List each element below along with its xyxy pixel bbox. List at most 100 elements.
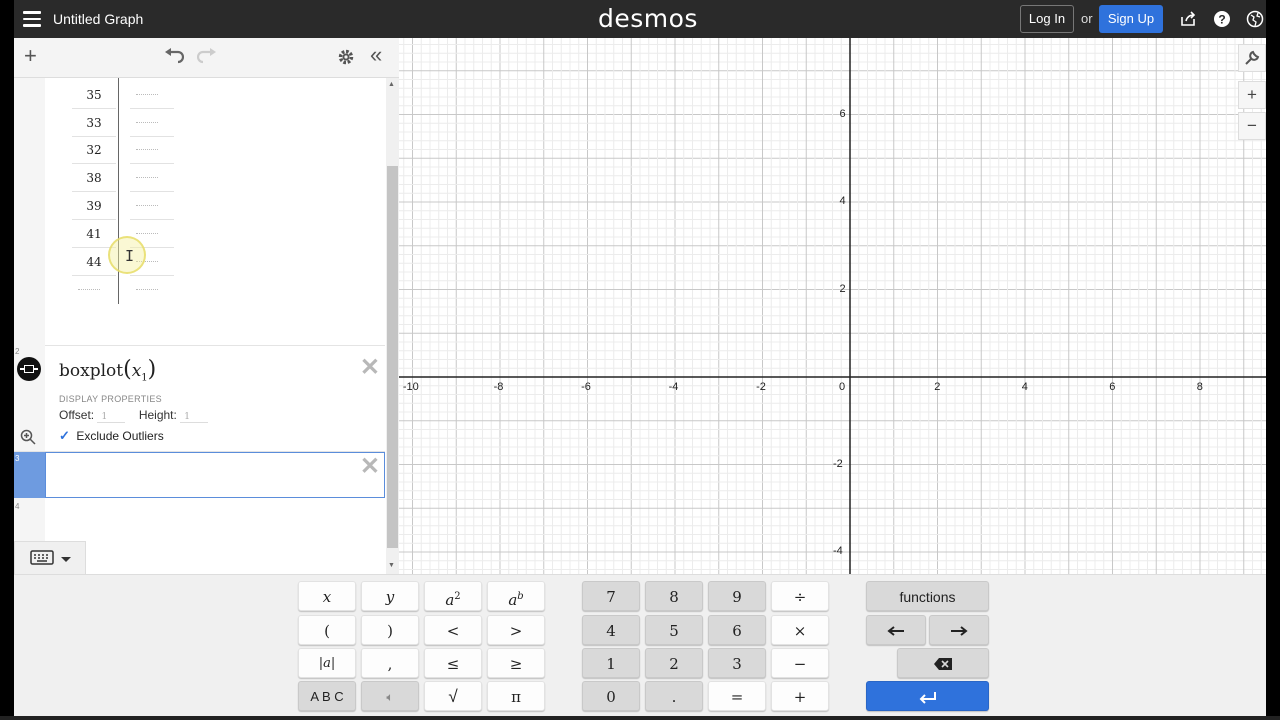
offset-input[interactable]: 1 (97, 412, 126, 423)
formula-variable: x (131, 361, 142, 381)
table-cell-x1[interactable]: 39 (70, 199, 118, 213)
scroll-up-icon[interactable]: ▲ (388, 81, 395, 88)
key-greater-equal[interactable]: ≥ (487, 648, 545, 678)
key-4[interactable]: 4 (582, 615, 640, 645)
expression-gutter (14, 78, 45, 574)
wrench-icon[interactable] (1238, 44, 1266, 72)
desmos-app: Untitled Graph desmos Log In or Sign Up … (14, 0, 1266, 716)
key-1[interactable]: 1 (582, 648, 640, 678)
collapse-icon[interactable]: « (370, 44, 382, 66)
key-0[interactable]: 0 (582, 681, 640, 711)
redo-icon[interactable] (196, 48, 217, 68)
x-axis-tick-label: -10 (402, 381, 419, 393)
table-cell-x1[interactable]: 33 (70, 116, 118, 130)
zoom-fit-icon[interactable] (20, 429, 36, 449)
login-button[interactable]: Log In (1020, 5, 1074, 33)
y-axis-tick-label: -4 (833, 545, 843, 557)
svg-text:?: ? (1218, 13, 1225, 27)
table-cell-x1[interactable]: 38 (70, 171, 118, 185)
expression-input[interactable] (45, 452, 385, 498)
offset-height-row: Offset: 1 Height: 1 (59, 408, 218, 423)
table-expression[interactable]: 35 33 32 38 39 41 44 I (45, 78, 385, 346)
graph-grid (399, 38, 1266, 574)
key-less-equal[interactable]: ≤ (424, 648, 482, 678)
table-cell-x1[interactable]: 32 (70, 143, 118, 157)
key-comma[interactable]: , (361, 648, 419, 678)
key-abc[interactable]: A B C (298, 681, 356, 711)
key-9[interactable]: 9 (708, 581, 766, 611)
share-icon[interactable] (1179, 10, 1197, 28)
key-equals[interactable]: = (708, 681, 766, 711)
expression-number: 4 (15, 502, 20, 511)
enter-icon[interactable] (866, 681, 989, 711)
settings-icon[interactable] (337, 48, 355, 70)
key-5[interactable]: 5 (645, 615, 703, 645)
key-3[interactable]: 3 (708, 648, 766, 678)
key-2[interactable]: 2 (645, 648, 703, 678)
key-plus[interactable]: + (771, 681, 829, 711)
undo-icon[interactable] (164, 48, 185, 68)
boxplot-formula[interactable]: boxplot(x1) (59, 357, 156, 383)
key-8[interactable]: 8 (645, 581, 703, 611)
key-open-paren[interactable]: ( (298, 615, 356, 645)
table-cell-x1[interactable]: 41 (70, 227, 118, 241)
key-divide[interactable]: ÷ (771, 581, 829, 611)
delete-expression-button[interactable]: ✕ (360, 455, 380, 479)
add-icon[interactable]: + (24, 45, 37, 67)
table-row-empty[interactable] (70, 277, 178, 305)
checkmark-icon: ✓ (59, 428, 70, 443)
boxplot-expression[interactable]: 2 boxplot(x1) ✕ DISPLAY PROPERTIES Offse… (14, 346, 385, 452)
right-arrow-icon[interactable] (929, 615, 989, 645)
key-greater-than[interactable]: > (487, 615, 545, 645)
scrollbar-thumb[interactable] (387, 166, 398, 548)
table-row[interactable]: 35 (70, 82, 178, 110)
zoom-in-icon[interactable]: + (1238, 81, 1266, 109)
key-sqrt[interactable]: √ (424, 681, 482, 711)
x-axis-tick-label: -6 (581, 381, 591, 393)
zoom-out-icon[interactable]: − (1238, 112, 1266, 140)
key-pi[interactable]: π (487, 681, 545, 711)
help-icon[interactable]: ? (1213, 10, 1231, 28)
key-close-paren[interactable]: ) (361, 615, 419, 645)
functions-button[interactable]: functions (866, 581, 989, 611)
delete-expression-button[interactable]: ✕ (360, 356, 380, 380)
left-arrow-icon[interactable] (866, 615, 926, 645)
globe-icon[interactable] (1246, 10, 1264, 28)
key-multiply[interactable]: × (771, 615, 829, 645)
y-axis-tick-label: 4 (839, 195, 846, 207)
graph-title[interactable]: Untitled Graph (53, 11, 143, 27)
key-power[interactable]: ab (487, 581, 545, 611)
keypad-toggle[interactable] (14, 541, 86, 574)
height-input[interactable]: 1 (180, 412, 209, 423)
key-x[interactable]: x (298, 581, 356, 611)
key-square[interactable]: a2 (424, 581, 482, 611)
backspace-icon[interactable] (897, 648, 989, 678)
key-y[interactable]: y (361, 581, 419, 611)
active-expression[interactable]: 3 ✕ (14, 452, 385, 498)
x-axis-tick-label: -8 (493, 381, 504, 393)
keyboard-icon (30, 550, 71, 565)
key-6[interactable]: 6 (708, 615, 766, 645)
speaker-icon[interactable]: 🔈︎ (361, 681, 419, 711)
key-decimal[interactable]: . (645, 681, 703, 711)
table-row[interactable]: 33 (70, 110, 178, 138)
boxplot-icon[interactable] (17, 357, 41, 381)
key-less-than[interactable]: < (424, 615, 482, 645)
expression-panel: + « 35 33 32 38 39 41 44 I 2 boxplot(x1)… (14, 38, 399, 574)
x-axis-tick-label: 4 (1021, 381, 1028, 393)
key-7[interactable]: 7 (582, 581, 640, 611)
graph-paper[interactable]: -10-8-6-4-20246810642-2-4 (399, 38, 1266, 574)
display-properties-label: DISPLAY PROPERTIES (59, 394, 162, 404)
x-axis-tick-label: -2 (756, 381, 766, 393)
exclude-outliers-checkbox[interactable]: ✓ Exclude Outliers (59, 428, 164, 444)
menu-icon[interactable] (23, 11, 41, 27)
scroll-down-icon[interactable]: ▼ (388, 562, 395, 569)
expression-list: 35 33 32 38 39 41 44 I 2 boxplot(x1) ✕ D… (14, 78, 385, 574)
table-row[interactable]: 39 (70, 193, 178, 221)
key-abs[interactable]: |a| (298, 648, 356, 678)
signup-button[interactable]: Sign Up (1099, 5, 1163, 33)
key-minus[interactable]: − (771, 648, 829, 678)
table-row[interactable]: 32 (70, 137, 178, 165)
table-cell-x1[interactable]: 35 (70, 88, 118, 102)
table-row[interactable]: 38 (70, 165, 178, 193)
